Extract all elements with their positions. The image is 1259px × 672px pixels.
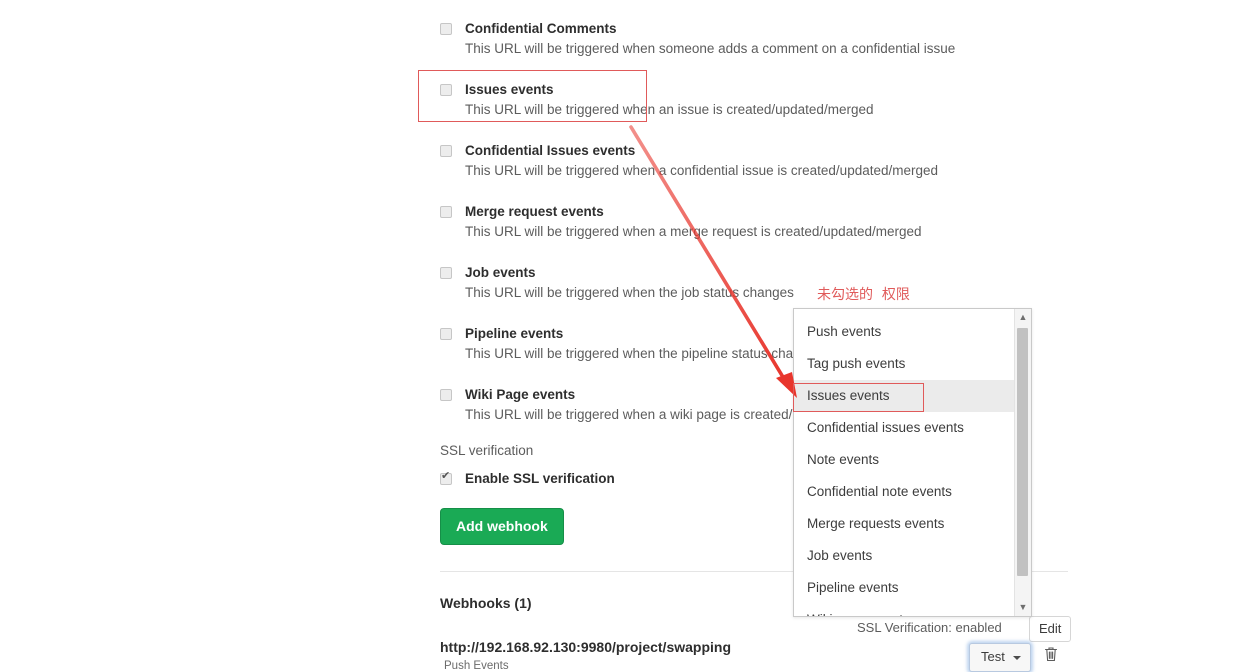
dropdown-item-tag-push-events[interactable]: Tag push events: [794, 348, 1014, 380]
dropdown-item-issues-events[interactable]: Issues events: [794, 380, 1014, 412]
checkbox-enable-ssl-verification[interactable]: [440, 470, 452, 485]
event-description: This URL will be triggered when a confid…: [465, 163, 939, 178]
event-description: This URL will be triggered when an issue…: [465, 102, 874, 117]
event-type-dropdown[interactable]: Push events Tag push events Issues event…: [793, 308, 1032, 617]
event-title: Confidential Issues events: [465, 143, 636, 158]
edit-webhook-button[interactable]: Edit: [1029, 616, 1072, 642]
event-title: Confidential Comments: [465, 21, 617, 36]
dropdown-item-pipeline-events[interactable]: Pipeline events: [794, 572, 1014, 604]
dropdown-item-note-events[interactable]: Note events: [794, 444, 1014, 476]
dropdown-list: Push events Tag push events Issues event…: [794, 309, 1014, 616]
test-button-label: Test: [981, 649, 1005, 664]
scroll-up-arrow-icon[interactable]: ▲: [1015, 309, 1031, 326]
annotation-chinese-note: 未勾选的 权限: [817, 287, 910, 303]
checkbox-confidential-issues-events[interactable]: [440, 145, 452, 157]
dropdown-item-job-events[interactable]: Job events: [794, 540, 1014, 572]
checkbox-job-events[interactable]: [440, 267, 452, 279]
event-row-merge-request-events[interactable]: Merge request events This URL will be tr…: [440, 203, 1070, 242]
dropdown-item-wiki-page-events[interactable]: Wiki page events: [794, 604, 1014, 616]
event-row-job-events[interactable]: Job events This URL will be triggered wh…: [440, 264, 1070, 303]
event-title: Issues events: [465, 82, 554, 97]
scrollbar-thumb[interactable]: [1017, 328, 1028, 576]
event-row-issues-events[interactable]: Issues events This URL will be triggered…: [440, 81, 1070, 120]
delete-webhook-button[interactable]: [1044, 646, 1058, 667]
dropdown-item-merge-requests-events[interactable]: Merge requests events: [794, 508, 1014, 540]
checkbox-issues-events[interactable]: [440, 84, 452, 96]
checkbox-confidential-comments[interactable]: [440, 23, 452, 35]
scroll-down-arrow-icon[interactable]: ▼: [1015, 599, 1031, 616]
chevron-down-icon: [1012, 655, 1021, 660]
dropdown-item-confidential-issues-events[interactable]: Confidential issues events: [794, 412, 1014, 444]
dropdown-item-confidential-note-events[interactable]: Confidential note events: [794, 476, 1014, 508]
event-row-confidential-issues-events[interactable]: Confidential Issues events This URL will…: [440, 142, 1070, 181]
trash-icon: [1044, 647, 1058, 662]
dropdown-item-push-events[interactable]: Push events: [794, 316, 1014, 348]
event-description: This URL will be triggered when someone …: [465, 41, 956, 56]
checkbox-merge-request-events[interactable]: [440, 206, 452, 218]
checkbox-pipeline-events[interactable]: [440, 328, 452, 340]
event-description: This URL will be triggered when the job …: [465, 285, 794, 300]
checkbox-wiki-page-events[interactable]: [440, 389, 452, 401]
dropdown-scrollbar[interactable]: ▲ ▼: [1014, 309, 1031, 616]
ssl-verification-status: SSL Verification: enabled: [857, 620, 1002, 635]
event-row-confidential-comments[interactable]: Confidential Comments This URL will be t…: [440, 20, 1070, 59]
event-title: Job events: [465, 265, 536, 280]
event-title: Merge request events: [465, 204, 604, 219]
event-description: This URL will be triggered when a merge …: [465, 224, 922, 239]
add-webhook-button[interactable]: Add webhook: [440, 508, 564, 545]
